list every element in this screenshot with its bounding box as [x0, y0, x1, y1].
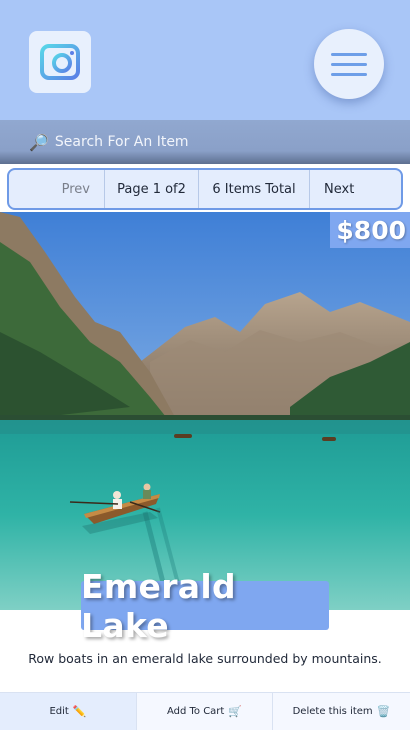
search-bar[interactable]: 🔎 Search For An Item [0, 120, 410, 164]
prev-button[interactable]: Prev [9, 170, 105, 208]
edit-label: Edit [49, 706, 69, 717]
pagination: Prev Page 1 of2 6 Items Total Next [7, 168, 403, 210]
item-description: Row boats in an emerald lake surrounded … [28, 651, 382, 666]
delete-button[interactable]: Delete this item 🗑️ [273, 693, 410, 730]
camera-icon [40, 44, 80, 80]
add-to-cart-button[interactable]: Add To Cart 🛒 [137, 693, 273, 730]
price-badge: $800 [330, 212, 410, 248]
item-image [0, 212, 410, 610]
menu-line [331, 62, 367, 66]
next-button[interactable]: Next [310, 170, 401, 208]
item-actions: Edit ✏️ Add To Cart 🛒 Delete this item 🗑… [0, 692, 410, 730]
edit-button[interactable]: Edit ✏️ [0, 693, 137, 730]
app-logo[interactable] [29, 31, 91, 93]
menu-line [331, 72, 367, 76]
items-total: 6 Items Total [199, 170, 310, 208]
item-title-badge: Emerald Lake [81, 567, 329, 645]
hamburger-menu-button[interactable] [314, 29, 384, 99]
trash-icon: 🗑️ [376, 705, 391, 718]
item-title: Emerald Lake [81, 566, 236, 645]
app-header [0, 0, 410, 120]
add-to-cart-label: Add To Cart [166, 706, 225, 717]
menu-line [331, 52, 367, 56]
delete-label: Delete this item [292, 706, 373, 717]
search-input[interactable]: Search For An Item [55, 134, 189, 150]
cart-icon: 🛒 [228, 705, 243, 718]
page-indicator: Page 1 of2 [105, 170, 199, 208]
pencil-icon: ✏️ [72, 705, 87, 718]
magnifier-icon: 🔎 [29, 132, 49, 152]
